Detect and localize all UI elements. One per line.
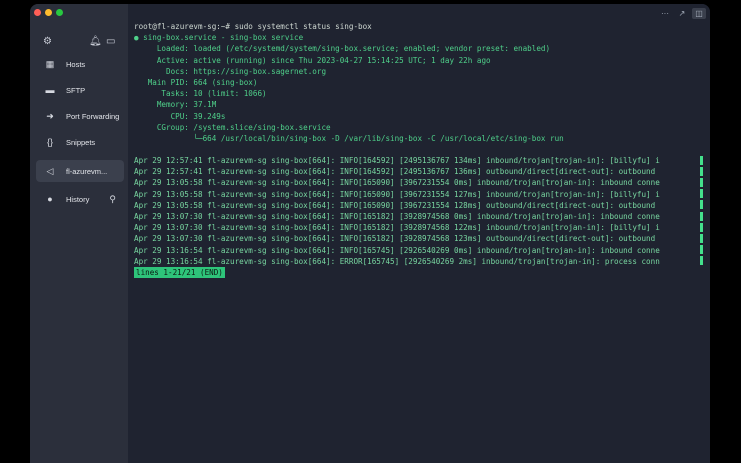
line-truncation-marker [700, 223, 703, 233]
log-line: Apr 29 13:05:58 fl-azurevm-sg sing-box[6… [134, 200, 656, 210]
sidebar-item-terminal-session[interactable]: ◁ fl-azurevm... [36, 160, 124, 182]
notification-bell-icon[interactable]: 🔔︎ [89, 36, 102, 48]
terminal-toolbar: ··· ↗ ◫ [658, 8, 706, 19]
line-truncation-marker [700, 156, 703, 166]
log-line: Apr 29 12:57:41 fl-azurevm-sg sing-box[6… [134, 167, 656, 177]
log-output: Apr 29 12:57:41 fl-azurevm-sg sing-box[6… [134, 155, 703, 267]
sidebar-item-label: fl-azurevm... [66, 166, 108, 176]
sidebar: ⚙ 🔔︎ ▭ ▦ Hosts ▬ SFTP ➜ Port Forwarding … [30, 4, 128, 463]
sidebar-item-history[interactable]: ● History ⚲ [36, 188, 124, 210]
share-icon[interactable]: ↗ [675, 8, 689, 19]
window-icon[interactable]: ▭ [106, 36, 115, 48]
status-line: CPU: 39.249s [134, 111, 226, 121]
log-line: Apr 29 13:05:58 fl-azurevm-sg sing-box[6… [134, 178, 660, 188]
sidebar-item-hosts[interactable]: ▦ Hosts [36, 53, 124, 75]
close-window-button[interactable] [34, 9, 41, 16]
status-line: CGroup: /system.slice/sing-box.service [134, 122, 331, 132]
history-icon: ● [47, 194, 53, 204]
status-line: Memory: 37.1M [134, 100, 217, 110]
line-truncation-marker [700, 189, 703, 199]
arrow-right-icon: ➜ [46, 110, 54, 121]
minimize-window-button[interactable] [45, 9, 52, 16]
status-line: Docs: https://sing-box.sagernet.org [134, 66, 327, 76]
terminal-output[interactable]: root@fl-azurevm-sg:~# sudo systemctl sta… [134, 21, 704, 279]
terminal-tab-icon: ◁ [46, 165, 54, 176]
status-line: Active: active (running) since Thu 2023-… [134, 55, 491, 65]
more-options-icon[interactable]: ··· [658, 8, 672, 19]
line-truncation-marker [700, 234, 703, 244]
line-truncation-marker [700, 167, 703, 177]
status-line: Main PID: 664 (sing-box) [134, 77, 258, 87]
sidebar-item-snippets[interactable]: {} Snippets [36, 131, 124, 153]
grid-icon: ▦ [45, 58, 55, 69]
search-icon[interactable]: ⚲ [109, 194, 116, 205]
window-controls [34, 9, 63, 16]
status-line: Loaded: loaded (/etc/systemd/system/sing… [134, 44, 551, 54]
line-truncation-marker [700, 245, 703, 255]
sidebar-item-label: SFTP [66, 85, 86, 95]
pager-status: lines 1-21/21 (END) [134, 266, 225, 279]
log-line: Apr 29 13:07:30 fl-azurevm-sg sing-box[6… [134, 212, 660, 221]
app-window: ⚙ 🔔︎ ▭ ▦ Hosts ▬ SFTP ➜ Port Forwarding … [30, 4, 710, 463]
sidebar-toolbar: ⚙ 🔔︎ ▭ [43, 36, 121, 50]
log-line: Apr 29 12:57:41 fl-azurevm-sg sing-box[6… [134, 156, 660, 166]
sidebar-item-port-forwarding[interactable]: ➜ Port Forwarding [36, 105, 124, 127]
log-line: Apr 29 13:05:58 fl-azurevm-sg sing-box[6… [134, 189, 660, 199]
maximize-window-button[interactable] [56, 9, 63, 16]
status-line: Tasks: 10 (limit: 1066) [134, 89, 267, 99]
line-truncation-marker [700, 178, 703, 188]
line-truncation-marker [700, 200, 703, 210]
sidebar-item-label: Hosts [66, 59, 86, 69]
sidebar-item-sftp[interactable]: ▬ SFTP [36, 79, 124, 101]
folder-icon: ▬ [45, 85, 55, 95]
settings-gear-icon[interactable]: ⚙ [43, 36, 52, 48]
sidebar-item-label: Snippets [66, 137, 96, 147]
log-line: Apr 29 13:07:30 fl-azurevm-sg sing-box[6… [134, 223, 660, 233]
braces-icon: {} [46, 137, 53, 147]
split-view-icon[interactable]: ◫ [692, 8, 706, 19]
log-line: Apr 29 13:16:54 fl-azurevm-sg sing-box[6… [134, 245, 660, 255]
line-truncation-marker [700, 256, 703, 266]
sidebar-item-label: History [66, 194, 90, 204]
sidebar-item-label: Port Forwarding [66, 111, 120, 121]
status-line: └─664 /usr/local/bin/sing-box -D /var/li… [134, 133, 564, 143]
service-header: ● sing-box.service - sing-box service [134, 33, 304, 43]
log-line: Apr 29 13:16:54 fl-azurevm-sg sing-box[6… [134, 256, 660, 266]
log-line: Apr 29 13:07:30 fl-azurevm-sg sing-box[6… [134, 234, 656, 244]
line-truncation-marker [700, 212, 703, 222]
terminal-panel[interactable]: ··· ↗ ◫ root@fl-azurevm-sg:~# sudo syste… [128, 4, 710, 463]
terminal-prompt-line: root@fl-azurevm-sg:~# sudo systemctl sta… [134, 22, 372, 31]
